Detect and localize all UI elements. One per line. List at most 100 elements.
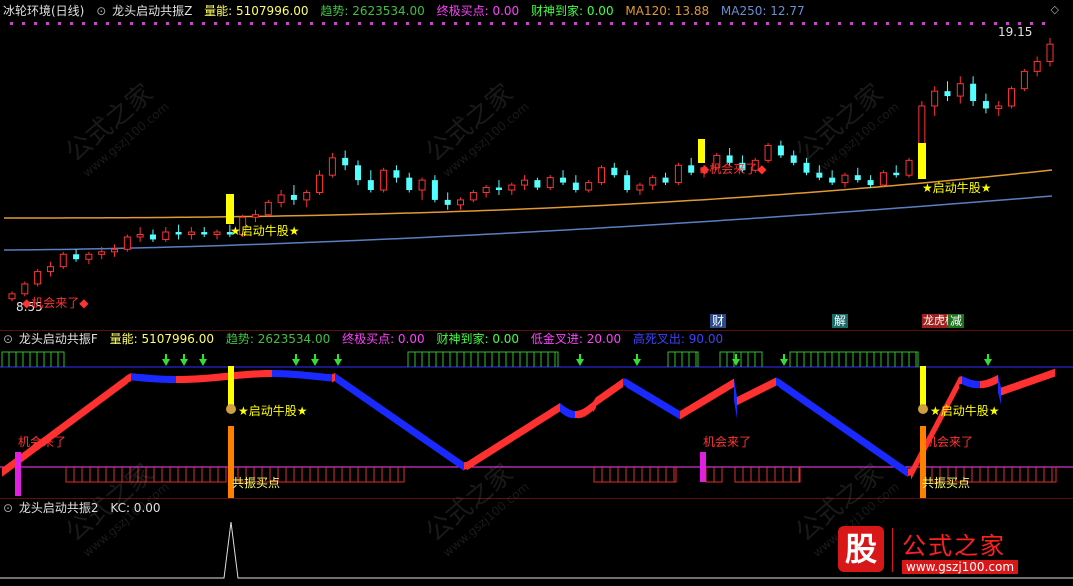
trend-band — [164, 375, 167, 383]
marker-jie[interactable]: 解 — [832, 314, 849, 328]
signal-bar — [698, 139, 705, 163]
top-dot — [214, 22, 217, 25]
trend-band — [707, 393, 710, 404]
trend-band — [488, 446, 491, 457]
trend-band — [299, 371, 302, 379]
trend-band — [722, 384, 725, 395]
trend-band — [344, 379, 347, 390]
top-dot — [490, 22, 493, 25]
trend-band — [86, 403, 89, 415]
candle-body — [264, 201, 272, 216]
trend-band — [824, 410, 827, 421]
trend-band — [1028, 377, 1031, 387]
trend-band — [854, 430, 857, 442]
trend-band — [1019, 380, 1022, 390]
candle-body — [688, 165, 695, 173]
trend-band — [1010, 383, 1013, 393]
candle-body — [342, 157, 349, 166]
trend-band — [554, 404, 557, 416]
trend-band — [1040, 372, 1043, 382]
top-dot — [706, 22, 709, 25]
trend-band — [986, 378, 989, 388]
trend-band — [899, 462, 902, 474]
candle-body — [790, 155, 797, 163]
trend-band — [419, 431, 422, 442]
trend-band — [455, 456, 458, 467]
trend-band — [977, 380, 980, 389]
candle-body — [982, 101, 989, 109]
trend-band — [482, 450, 485, 461]
trend-band — [605, 388, 608, 400]
candle-body — [73, 254, 80, 260]
trend-band — [656, 396, 659, 407]
expand-icon[interactable]: ◇ — [1051, 3, 1059, 16]
trend-band — [671, 405, 674, 416]
trend-band — [809, 399, 812, 411]
trend-band — [698, 398, 701, 409]
volume-value: 量能: 5107996.00 — [204, 4, 309, 18]
collapse-icon[interactable]: ⊙ — [96, 4, 106, 18]
trend-band — [134, 373, 137, 381]
trend-band — [806, 397, 809, 409]
trend-band — [623, 378, 626, 386]
trend-band — [467, 459, 470, 471]
trend-band — [773, 377, 776, 388]
trend-band — [290, 370, 293, 378]
trend-band — [917, 451, 920, 469]
trend-band — [287, 370, 290, 378]
stock-title[interactable]: 冰轮环境(日线) — [3, 4, 84, 18]
start-signal-bar — [228, 366, 234, 410]
top-dot — [1042, 22, 1045, 25]
trend-band — [812, 401, 815, 413]
candlestick-chart[interactable] — [0, 18, 1073, 328]
down-arrow — [732, 359, 740, 366]
trend-band — [614, 382, 617, 394]
top-dot — [82, 22, 85, 25]
trend-band — [1013, 382, 1016, 392]
candle-body — [944, 91, 951, 97]
trend-band — [314, 372, 317, 381]
sub1-indicator-name[interactable]: 龙头启动共振F — [19, 332, 98, 346]
trend-band — [125, 374, 128, 386]
trend-band — [653, 394, 656, 406]
top-dot — [514, 22, 517, 25]
trend-band — [440, 445, 443, 457]
trend-band — [461, 460, 464, 471]
trend-band — [569, 409, 572, 419]
marker-jian[interactable]: 减 — [948, 314, 965, 328]
sub1-collapse-icon[interactable]: ⊙ — [3, 332, 13, 346]
indicator-name[interactable]: 龙头启动共振Z — [112, 4, 192, 18]
signal-bar — [226, 194, 234, 224]
trend-band — [155, 375, 158, 383]
trend-band — [884, 451, 887, 463]
trend-band — [950, 388, 953, 406]
resonance-indicator-chart[interactable] — [0, 348, 1073, 498]
trend-band — [686, 405, 689, 416]
top-dot — [874, 22, 877, 25]
candle-body — [444, 199, 451, 205]
trend-band — [137, 373, 140, 382]
sub1-money: 财神到家: 0.00 — [436, 332, 520, 346]
trend-band — [875, 445, 878, 457]
trend-band — [677, 409, 680, 420]
trend-band — [596, 395, 599, 406]
candle-body — [111, 248, 119, 253]
trend-band — [512, 431, 515, 442]
trend-band — [188, 375, 191, 383]
marker-cai[interactable]: 财 — [710, 314, 727, 328]
trend-band — [380, 404, 383, 415]
trend-band — [209, 374, 212, 382]
trend-band — [887, 453, 890, 465]
trend-band — [1031, 376, 1034, 385]
candle-body — [355, 165, 361, 181]
top-dot — [850, 22, 853, 25]
candle-body — [1046, 43, 1054, 62]
trend-band — [131, 373, 134, 381]
trend-band — [410, 424, 413, 436]
trend-band — [272, 370, 275, 378]
top-dot — [118, 22, 121, 25]
top-dot — [298, 22, 301, 25]
sub2-collapse-icon[interactable]: ⊙ — [3, 501, 13, 515]
chance-bar — [15, 452, 21, 496]
candle-body — [59, 253, 67, 268]
